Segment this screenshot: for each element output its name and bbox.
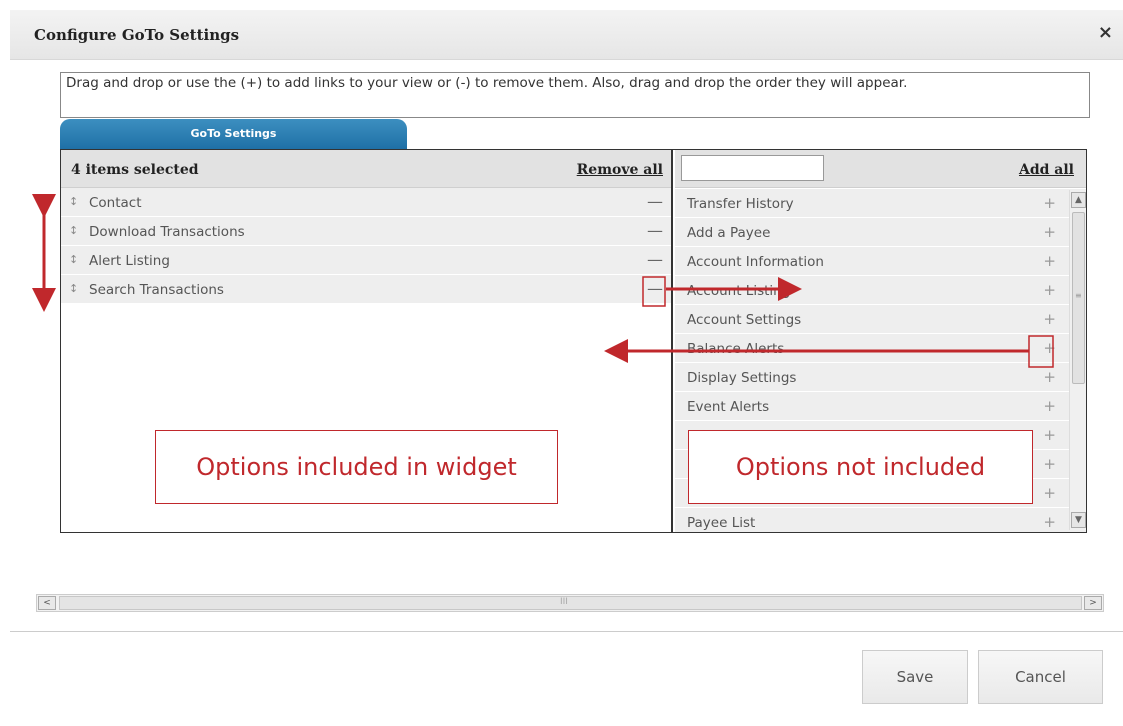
list-item-label: Payee List (687, 515, 756, 531)
remove-all-link[interactable]: Remove all (577, 162, 663, 178)
scroll-thumb[interactable]: ≡ (1072, 212, 1085, 384)
remove-icon[interactable]: — (647, 250, 663, 269)
save-button[interactable]: Save (862, 650, 968, 704)
cancel-button[interactable]: Cancel (978, 650, 1103, 704)
drag-handle-icon[interactable]: ↕ (69, 195, 78, 208)
instruction-text: Drag and drop or use the (+) to add link… (60, 72, 1090, 118)
list-item-label: Event Alerts (687, 399, 770, 415)
available-item-balance-alerts[interactable]: Balance Alerts + (675, 334, 1086, 363)
filter-input[interactable] (681, 155, 824, 181)
scroll-down-icon[interactable]: ▼ (1071, 512, 1086, 528)
selected-item-contact[interactable]: ↕ Contact — (61, 188, 671, 217)
add-icon[interactable]: + (1043, 194, 1056, 212)
add-icon[interactable]: + (1043, 397, 1056, 415)
list-item-label: Contact (89, 195, 142, 211)
available-item-payee-list[interactable]: Payee List + (675, 508, 1086, 532)
add-icon[interactable]: + (1043, 368, 1056, 386)
add-icon[interactable]: + (1043, 484, 1056, 502)
list-item-label: Balance Alerts (687, 341, 785, 357)
add-icon[interactable]: + (1043, 455, 1056, 473)
footer-divider (10, 631, 1123, 632)
list-item-label: Alert Listing (89, 253, 170, 269)
available-item-add-a-payee[interactable]: Add a Payee + (675, 218, 1086, 247)
grip-icon: III (560, 597, 568, 607)
available-item-account-settings[interactable]: Account Settings + (675, 305, 1086, 334)
configure-goto-dialog: Configure GoTo Settings × Drag and drop … (0, 0, 1123, 726)
annotation-included: Options included in widget (155, 430, 558, 504)
available-panel-header: Add all (675, 150, 1086, 188)
grip-icon: ≡ (1075, 291, 1082, 300)
vertical-scrollbar[interactable]: ▲ ≡ ▼ (1069, 190, 1086, 530)
list-item-label: Add a Payee (687, 225, 771, 241)
add-icon[interactable]: + (1043, 281, 1056, 299)
list-item-label: Transfer History (687, 196, 794, 212)
add-icon[interactable]: + (1043, 513, 1056, 531)
list-item-label: Account Settings (687, 312, 802, 328)
selected-item-alert-listing[interactable]: ↕ Alert Listing — (61, 246, 671, 275)
add-icon[interactable]: + (1043, 339, 1056, 357)
available-item-event-alerts[interactable]: Event Alerts + (675, 392, 1086, 421)
remove-icon[interactable]: — (647, 279, 663, 298)
available-item-display-settings[interactable]: Display Settings + (675, 363, 1086, 392)
available-item-account-listing[interactable]: Account Listing + (675, 276, 1086, 305)
list-item-label: Account Information (687, 254, 824, 270)
list-item-label: Account Listing (687, 283, 791, 299)
remove-icon[interactable]: — (647, 192, 663, 211)
dialog-title: Configure GoTo Settings (34, 26, 240, 44)
selected-count-label: 4 items selected (71, 162, 199, 178)
close-icon[interactable]: × (1098, 22, 1113, 43)
scroll-left-icon[interactable]: < (38, 596, 56, 610)
add-icon[interactable]: + (1043, 310, 1056, 328)
add-icon[interactable]: + (1043, 252, 1056, 270)
selected-items-list: ↕ Contact — ↕ Download Transactions — ↕ … (61, 188, 671, 304)
drag-handle-icon[interactable]: ↕ (69, 224, 78, 237)
annotation-not-included: Options not included (688, 430, 1033, 504)
scroll-thumb[interactable]: III (59, 596, 1082, 610)
scroll-right-icon[interactable]: > (1084, 596, 1102, 610)
add-icon[interactable]: + (1043, 426, 1056, 444)
tab-goto-settings[interactable]: GoTo Settings (60, 119, 407, 149)
dialog-header: Configure GoTo Settings × (10, 10, 1123, 60)
list-item-label: Download Transactions (89, 224, 245, 240)
drag-handle-icon[interactable]: ↕ (69, 253, 78, 266)
selected-item-download-transactions[interactable]: ↕ Download Transactions — (61, 217, 671, 246)
scroll-up-icon[interactable]: ▲ (1071, 192, 1086, 208)
available-item-transfer-history[interactable]: Transfer History + (675, 189, 1086, 218)
available-item-account-information[interactable]: Account Information + (675, 247, 1086, 276)
drag-handle-icon[interactable]: ↕ (69, 282, 78, 295)
selected-panel-header: 4 items selected Remove all (61, 150, 671, 188)
add-icon[interactable]: + (1043, 223, 1056, 241)
list-item-label: Search Transactions (89, 282, 224, 298)
horizontal-scrollbar[interactable]: < III > (36, 594, 1104, 612)
list-item-label: Display Settings (687, 370, 797, 386)
remove-icon[interactable]: — (647, 221, 663, 240)
selected-item-search-transactions[interactable]: ↕ Search Transactions — (61, 275, 671, 304)
add-all-link[interactable]: Add all (1019, 162, 1074, 178)
